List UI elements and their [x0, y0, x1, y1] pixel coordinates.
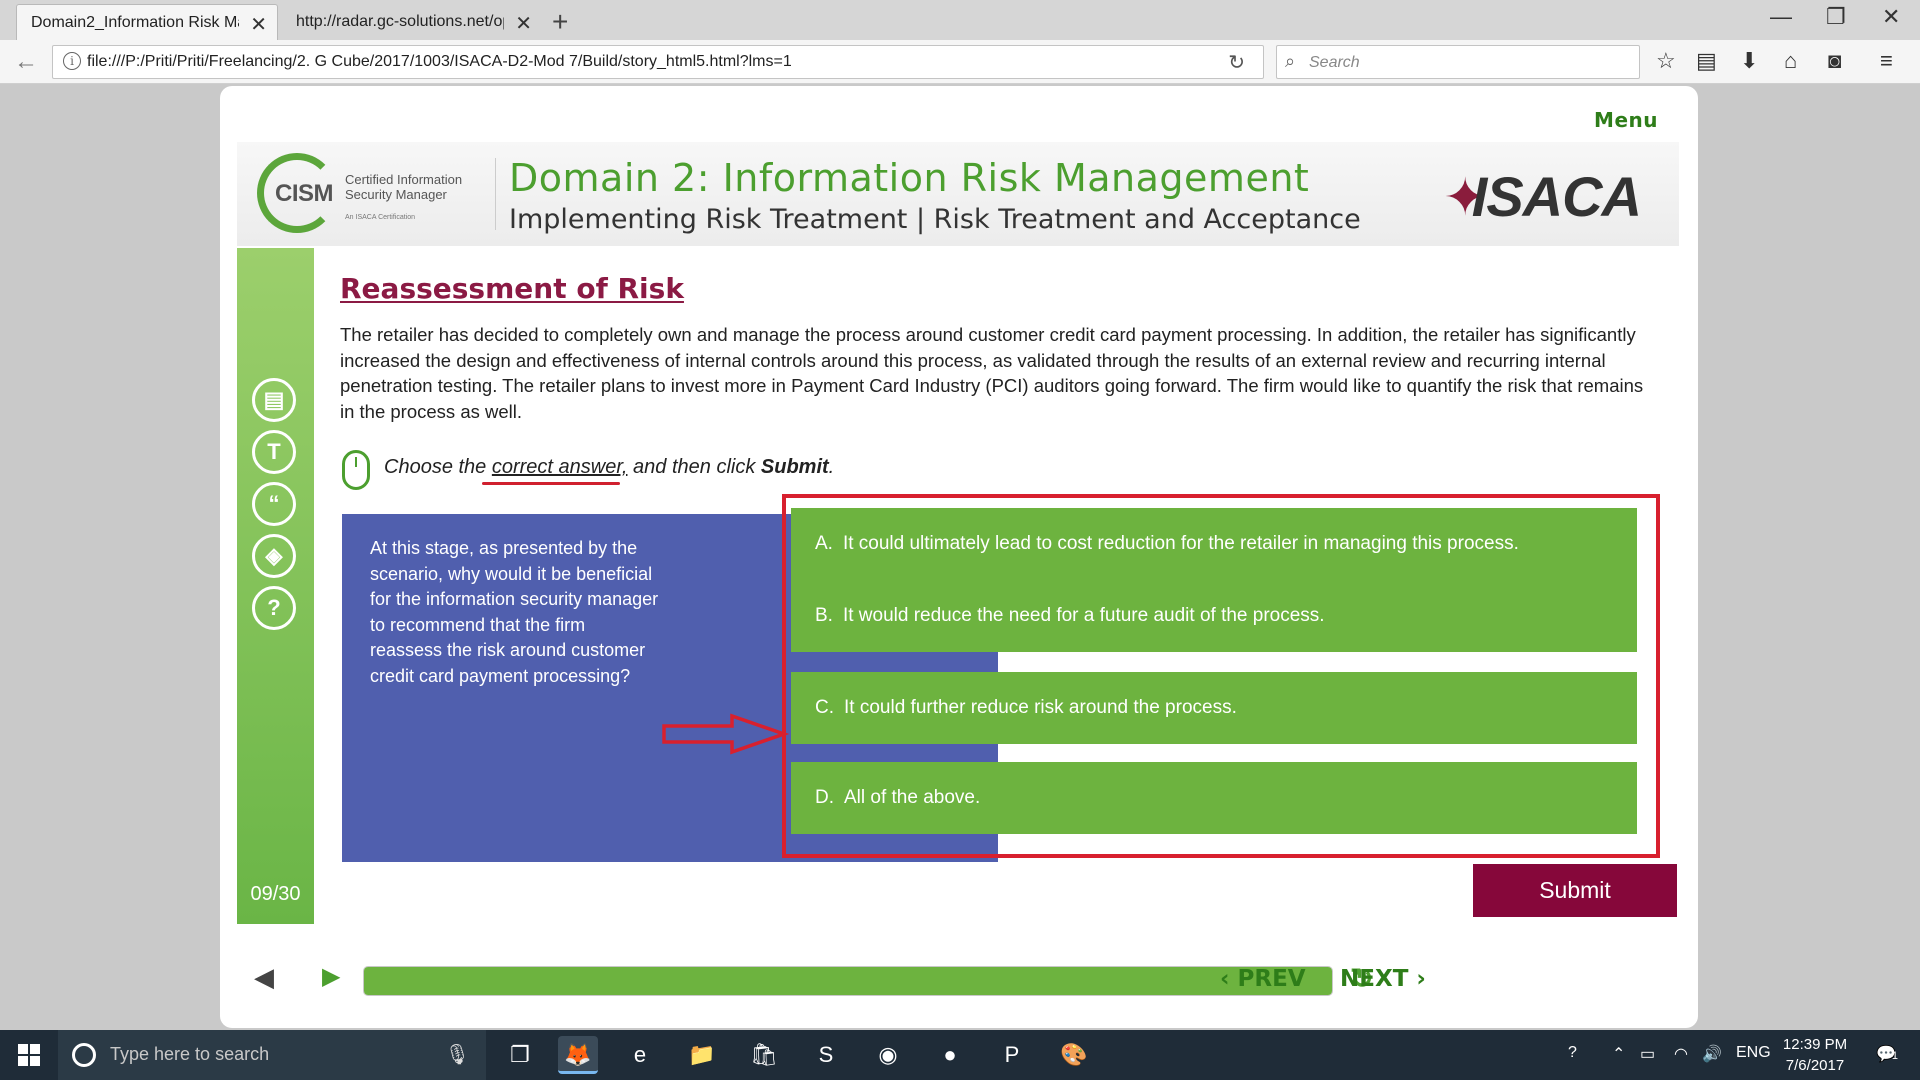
- prev-label: PREV: [1237, 966, 1306, 992]
- store-icon[interactable]: 🛍: [744, 1036, 784, 1074]
- clock-date: 7/6/2017: [1785, 1057, 1845, 1074]
- prev-button[interactable]: ‹ PREV: [1220, 966, 1306, 992]
- cortana-icon: [72, 1043, 96, 1067]
- reading-list-icon[interactable]: ▤: [1696, 48, 1717, 74]
- language-indicator[interactable]: ENG: [1736, 1044, 1771, 1062]
- next-label: NEXT: [1340, 966, 1409, 992]
- taskbar-clock[interactable]: 12:39 PM 7/6/2017: [1770, 1034, 1860, 1076]
- close-window-icon[interactable]: ✕: [1882, 4, 1900, 30]
- tab-course-label: Domain2_Information Risk Mana: [31, 14, 239, 31]
- address-bar[interactable]: i file:///P:/Priti/Priti/Freelancing/2. …: [52, 45, 1264, 79]
- task-view-icon[interactable]: ❐: [500, 1036, 540, 1074]
- slide-title: Reassessment of Risk: [340, 272, 684, 305]
- file-explorer-icon[interactable]: 📁: [682, 1036, 722, 1074]
- annotation-highlight-frame: [782, 494, 1660, 858]
- chrome-icon[interactable]: ◉: [868, 1036, 908, 1074]
- tab-radar-label: http://radar.gc-solutions.net/ope: [296, 13, 504, 30]
- isaca-logo: ISACA: [1471, 165, 1642, 228]
- instruction-submit: Submit: [760, 456, 829, 478]
- bookmark-star-icon[interactable]: ☆: [1656, 48, 1676, 74]
- battery-icon[interactable]: ▭: [1640, 1044, 1655, 1064]
- quote-icon[interactable]: “: [252, 482, 296, 526]
- restore-icon[interactable]: ❐: [1826, 4, 1846, 30]
- volume-icon[interactable]: ◀: [254, 962, 274, 993]
- scenario-text: The retailer has decided to completely o…: [340, 324, 1644, 422]
- page-counter: 09/30: [250, 883, 301, 905]
- chevron-up-icon[interactable]: ⌃: [1612, 1044, 1625, 1064]
- notification-center-icon[interactable]: 💬1: [1876, 1044, 1898, 1064]
- course-banner: CISM Certified Information Security Mana…: [237, 142, 1679, 246]
- hamburger-menu-icon[interactable]: ≡: [1880, 48, 1893, 74]
- search-placeholder: Search: [1309, 54, 1360, 71]
- edge-icon[interactable]: e: [620, 1036, 660, 1074]
- powerpoint-icon[interactable]: P: [992, 1036, 1032, 1074]
- minimize-icon[interactable]: —: [1770, 4, 1792, 30]
- taskbar-search-placeholder: Type here to search: [110, 1044, 270, 1064]
- home-icon[interactable]: ⌂: [1784, 48, 1797, 74]
- orange-app-icon[interactable]: ●: [930, 1036, 970, 1074]
- clock-time: 12:39 PM: [1782, 1036, 1848, 1053]
- next-button[interactable]: NEXT ›: [1340, 966, 1426, 992]
- cism-caption-line1: Certified Information: [345, 172, 463, 187]
- microphone-icon[interactable]: 🎙: [445, 1042, 470, 1067]
- seek-bar-fill: [364, 967, 1332, 995]
- play-icon[interactable]: ▶: [322, 962, 340, 991]
- pocket-icon[interactable]: ◙: [1828, 48, 1841, 74]
- close-tab-icon[interactable]: ✕: [250, 12, 267, 37]
- os-taskbar: Type here to search 🎙 ❐ 🦊 e 📁 🛍 S ◉ ● P …: [0, 1030, 1920, 1080]
- annotation-underline: [482, 482, 620, 485]
- seek-bar[interactable]: [363, 966, 1333, 996]
- banner-subtitle: Implementing Risk Treatment | Risk Treat…: [509, 204, 1361, 235]
- help-tray-icon[interactable]: ?: [1568, 1044, 1577, 1062]
- browser-tab-bar: Domain2_Information Risk Mana ✕ http://r…: [0, 0, 1920, 40]
- new-tab-icon[interactable]: +: [552, 6, 568, 38]
- download-icon[interactable]: ⬇: [1740, 48, 1758, 74]
- cism-logo-caption: Certified Information Security Manager: [345, 172, 465, 202]
- side-toolbar: ▤ T “ ◈ ? 09/30: [237, 248, 314, 924]
- banner-title: Domain 2: Information Risk Management: [509, 156, 1310, 200]
- tab-radar[interactable]: http://radar.gc-solutions.net/ope ✕: [282, 4, 542, 40]
- paint-icon[interactable]: 🎨: [1054, 1036, 1094, 1074]
- firefox-icon[interactable]: 🦊: [558, 1036, 598, 1074]
- chevron-left-icon: ‹: [1220, 966, 1230, 992]
- transcript-icon[interactable]: T: [252, 430, 296, 474]
- mouse-icon: [342, 450, 370, 490]
- back-arrow-icon[interactable]: ←: [14, 48, 38, 76]
- course-player: Menu CISM Certified Information Security…: [220, 86, 1698, 1028]
- search-input[interactable]: ⌕ Search: [1276, 45, 1640, 79]
- info-icon[interactable]: i: [63, 52, 81, 70]
- resources-icon[interactable]: ▤: [252, 378, 296, 422]
- instruction-pre: Choose the: [384, 456, 487, 478]
- notification-count: 1: [1891, 1050, 1899, 1062]
- close-tab-icon[interactable]: ✕: [515, 11, 532, 36]
- windows-start-icon[interactable]: [18, 1044, 40, 1066]
- reload-icon[interactable]: ↻: [1228, 50, 1245, 75]
- cism-logo-mark: CISM: [275, 180, 334, 207]
- menu-button[interactable]: Menu: [1594, 108, 1658, 132]
- taskbar-search-input[interactable]: Type here to search 🎙: [58, 1030, 486, 1080]
- question-text: At this stage, as presented by the scena…: [370, 538, 659, 686]
- cism-caption-line2: Security Manager: [345, 187, 447, 202]
- instruction-mid: and then click: [633, 456, 756, 478]
- annotation-arrow-icon: [662, 713, 790, 755]
- tab-course[interactable]: Domain2_Information Risk Mana ✕: [16, 4, 278, 40]
- speaker-icon[interactable]: 🔊: [1702, 1044, 1722, 1064]
- layers-icon[interactable]: ◈: [252, 534, 296, 578]
- url-text: file:///P:/Priti/Priti/Freelancing/2. G …: [87, 53, 792, 70]
- skype-icon[interactable]: S: [806, 1036, 846, 1074]
- instruction-highlight: correct answer,: [491, 456, 628, 478]
- wifi-icon[interactable]: ◠: [1674, 1044, 1688, 1064]
- submit-button[interactable]: Submit: [1473, 864, 1677, 917]
- banner-divider: [495, 158, 496, 230]
- chevron-right-icon: ›: [1416, 966, 1426, 992]
- instruction-post: .: [828, 456, 835, 478]
- instruction-text: Choose the correct answer, and then clic…: [384, 456, 834, 479]
- cism-caption-line3: An ISACA Certification: [345, 214, 416, 221]
- help-icon[interactable]: ?: [252, 586, 296, 630]
- search-icon: ⌕: [1285, 51, 1296, 71]
- browser-nav-bar: ← i file:///P:/Priti/Priti/Freelancing/2…: [0, 40, 1920, 84]
